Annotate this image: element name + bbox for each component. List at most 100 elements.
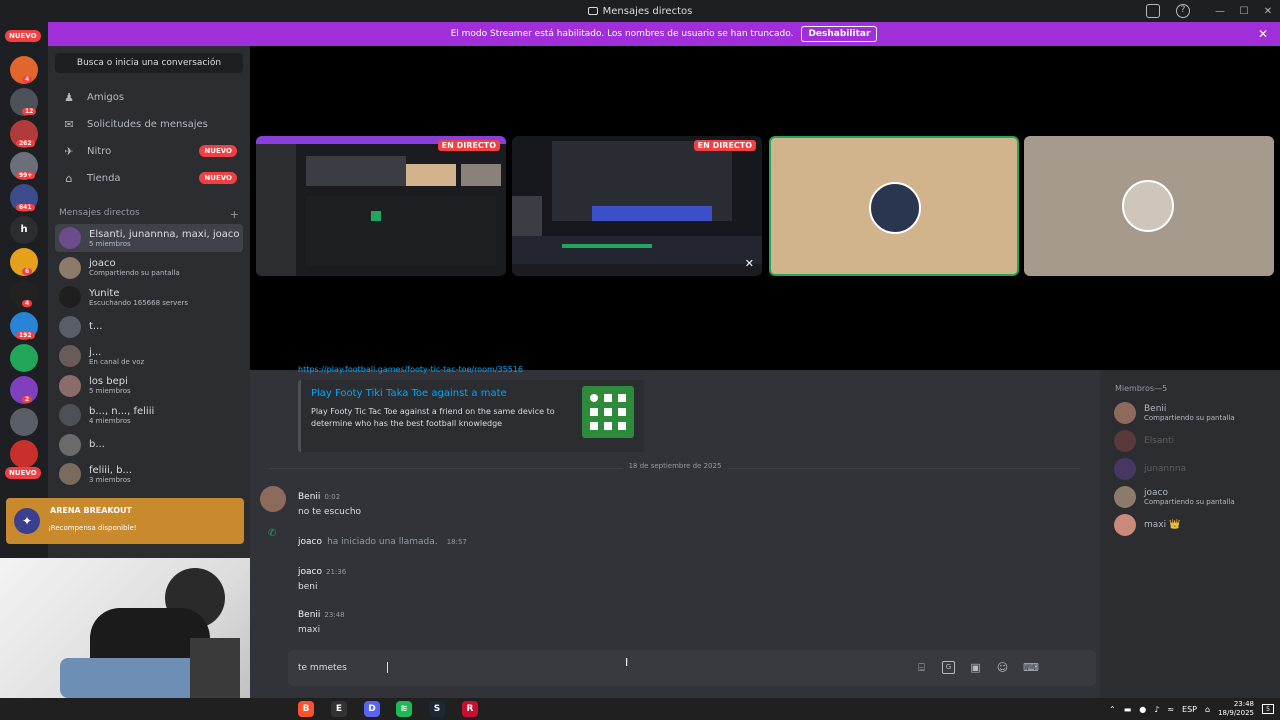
envelope-icon: ✉ [64, 117, 74, 131]
search-conversation-button[interactable]: Busca o inicia una conversación [55, 53, 243, 73]
inbox-icon[interactable] [1146, 4, 1160, 18]
server-icon[interactable]: h [10, 216, 38, 244]
new-badge: NUEVO [5, 467, 41, 479]
nav-solicitudes[interactable]: ✉ Solicitudes de mensajes [55, 112, 243, 136]
phone-icon: ✆ [268, 528, 277, 539]
notification-icon[interactable]: 5 [1262, 704, 1274, 714]
new-badge: NUEVO [199, 172, 237, 184]
gamepad-icon[interactable]: ⌨ [1023, 661, 1039, 674]
dm-item[interactable]: Yunite Escuchando 165668 servers [55, 283, 243, 311]
dm-item[interactable]: feliii, b... 3 miembros [55, 460, 243, 488]
avatar [1114, 458, 1136, 480]
embed-thumbnail[interactable] [582, 386, 634, 438]
participant-tile[interactable] [1024, 136, 1274, 276]
member-status: Compartiendo su pantalla [1144, 498, 1235, 506]
gift-icon[interactable]: ⌸ [915, 661, 928, 674]
avatar [1114, 514, 1136, 536]
dm-subtext: En canal de voz [89, 357, 145, 366]
avatar [59, 463, 81, 485]
message-input[interactable]: te mmetes ⌸ G ▣ ☺ ⌨ [288, 650, 1096, 686]
help-icon[interactable]: ? [1176, 4, 1190, 18]
mouse-cursor-icon: I [625, 656, 629, 669]
banner-text: El modo Streamer está habilitado. Los no… [450, 29, 794, 39]
stream-tile[interactable]: EN DIRECTO ✕ [512, 136, 762, 276]
participant-tile[interactable] [769, 136, 1019, 276]
minimize-button[interactable]: — [1208, 6, 1232, 17]
avatar [59, 315, 81, 338]
taskbar-app[interactable]: S [429, 701, 445, 717]
taskbar-app[interactable]: R [462, 701, 478, 717]
taskbar-app[interactable]: ≋ [396, 701, 412, 717]
dm-item[interactable]: t... [55, 313, 243, 341]
volume-icon[interactable]: ♪ [1154, 705, 1159, 714]
dm-item[interactable]: j... En canal de voz [55, 342, 243, 370]
nav-amigos[interactable]: ♟ Amigos [55, 85, 243, 109]
message-input-value[interactable]: te mmetes [298, 663, 347, 673]
mention-badge: 99+ [16, 172, 36, 179]
nav-tienda[interactable]: ⌂ Tienda NUEVO [55, 166, 243, 190]
dm-name: t... [89, 321, 103, 332]
member-list: Miembros—5 Benii Compartiendo su pantalla… [1100, 370, 1280, 698]
language-indicator[interactable]: ESP [1182, 705, 1197, 714]
member-status: Compartiendo su pantalla [1144, 414, 1235, 422]
promo-subtitle: ¡Recompensa disponible! [48, 524, 137, 532]
maximize-button[interactable]: ☐ [1232, 6, 1256, 17]
close-button[interactable]: ✕ [1256, 6, 1280, 17]
mention-badge: 4 [22, 76, 33, 83]
server-icon[interactable] [10, 440, 38, 468]
wifi-icon[interactable]: ≈ [1167, 705, 1174, 714]
add-dm-icon[interactable]: + [230, 208, 239, 221]
member-item[interactable]: junannna [1114, 456, 1274, 482]
nav-nitro[interactable]: ✈ Nitro NUEVO [55, 139, 243, 163]
member-item[interactable]: joaco Compartiendo su pantalla [1114, 484, 1274, 510]
dm-name: Elsanti, junannna, maxi, joaco [89, 228, 240, 240]
taskbar: B E D ≋ S R ⌃ ▬ ● ♪ ≈ ESP ⌂ 23:48 18/9/2025 5 [0, 698, 1280, 720]
member-item[interactable]: Elsanti [1114, 428, 1274, 454]
quest-promo-card[interactable]: ✦ ARENA BREAKOUT ¡Recompensa disponible! [6, 498, 244, 544]
muted-speaker-icon[interactable]: ✕ [745, 257, 754, 270]
sticker-icon[interactable]: ▣ [969, 661, 982, 674]
call-system-message: joaco ha iniciado una llamada. 18:57 [298, 537, 467, 547]
embed-title[interactable]: Play Footy Tiki Taka Toe against a mate [311, 388, 507, 399]
clock[interactable]: 23:48 18/9/2025 [1218, 700, 1254, 718]
live-badge: EN DIRECTO [437, 140, 500, 151]
nav-label: Nitro [87, 145, 112, 157]
dm-name: feliii, b... [89, 464, 133, 476]
member-name: Benii [1144, 404, 1167, 414]
mic-icon[interactable]: ● [1139, 705, 1146, 714]
stream-tile[interactable]: EN DIRECTO [256, 136, 506, 276]
dm-subtext: Compartiendo su pantalla [89, 269, 180, 277]
server-icon[interactable] [10, 344, 38, 372]
taskbar-app[interactable]: B [298, 701, 314, 717]
promo-title: ARENA BREAKOUT [50, 506, 132, 515]
person-silhouette [60, 568, 240, 698]
member-item[interactable]: Benii Compartiendo su pantalla [1114, 400, 1274, 426]
chevron-up-icon[interactable]: ⌃ [1109, 705, 1116, 714]
dm-item[interactable]: b..., n..., feliii 4 miembros [55, 401, 243, 429]
nav-label: Solicitudes de mensajes [87, 118, 208, 130]
network-icon[interactable]: ⌂ [1205, 705, 1210, 714]
dm-item[interactable]: Elsanti, junannna, maxi, joaco 5 miembros [55, 224, 243, 252]
avatar[interactable] [260, 486, 286, 512]
server-icon[interactable] [10, 408, 38, 436]
dm-item[interactable]: b... [55, 431, 243, 459]
member-name: maxi 👑 [1144, 520, 1181, 530]
member-item[interactable]: maxi 👑 [1114, 512, 1274, 538]
stream-preview [512, 141, 762, 276]
disable-streamer-button[interactable]: Deshabilitar [801, 26, 878, 42]
text-cursor [387, 662, 388, 673]
taskbar-app[interactable]: D [364, 701, 380, 717]
nav-label: Tienda [87, 172, 121, 184]
avatar [1114, 402, 1136, 424]
link-text[interactable]: https://play.football.games/footy-tic-ta… [298, 365, 598, 374]
mention-badge: 262 [16, 140, 35, 147]
dm-item[interactable]: los bepi 5 miembros [55, 372, 243, 400]
dm-name: b..., n..., feliii [89, 405, 155, 417]
usb-icon[interactable]: ▬ [1124, 705, 1132, 714]
nitro-icon: ✈ [64, 144, 74, 158]
taskbar-app[interactable]: E [331, 701, 347, 717]
emoji-icon[interactable]: ☺ [996, 661, 1009, 674]
dm-item[interactable]: joaco Compartiendo su pantalla [55, 254, 243, 282]
close-icon[interactable]: ✕ [1258, 27, 1268, 41]
gif-icon[interactable]: G [942, 661, 955, 674]
